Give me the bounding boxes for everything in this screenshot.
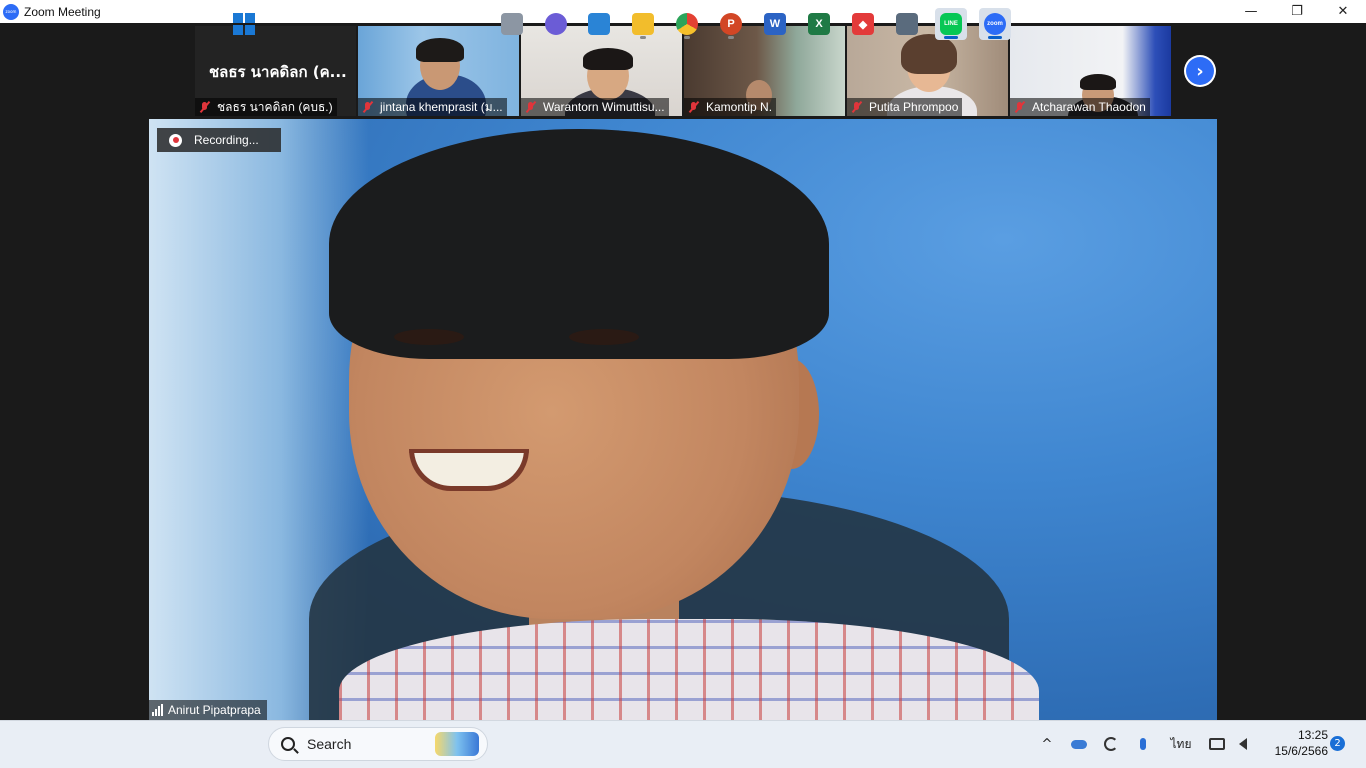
window-title: Zoom Meeting <box>24 4 101 19</box>
mic-muted-icon <box>361 101 375 113</box>
participant-label: Warantorn Wimuttisu... <box>521 98 669 116</box>
participant-label: jintana khemprasit (ม... <box>358 98 507 116</box>
video-chat-icon <box>545 13 567 35</box>
record-icon <box>169 133 182 147</box>
speaker-name: Anirut Pipatprapa <box>168 703 261 717</box>
participant-label: Putita Phrompoo <box>847 98 963 116</box>
microphone-button[interactable] <box>1132 720 1154 768</box>
mic-muted-icon <box>850 101 864 113</box>
language-label: ไทย <box>1170 736 1192 751</box>
running-indicator <box>640 36 646 39</box>
minimize-button[interactable]: — <box>1228 0 1274 23</box>
sync-icon <box>1104 737 1118 751</box>
participant-name: Putita Phrompoo <box>869 100 959 114</box>
anydesk-icon: ◆ <box>852 13 874 35</box>
speaker-eye <box>569 329 639 345</box>
participant-label: ชลธร นาคดิลก (คบธ.) <box>195 98 337 116</box>
running-indicator <box>728 36 734 39</box>
signal-strength-icon <box>152 704 163 716</box>
running-indicator <box>944 36 958 39</box>
participant-label: Kamontip N. <box>684 98 777 116</box>
running-indicator <box>684 36 690 39</box>
mic-muted-icon <box>198 101 212 113</box>
search-icon <box>281 737 295 751</box>
store-icon <box>588 13 610 35</box>
clock-time: 13:25 <box>1297 728 1328 742</box>
word-icon: W <box>764 13 786 35</box>
mic-muted-icon <box>1013 101 1027 113</box>
zoom-icon: zoom <box>984 13 1006 35</box>
taskbar <box>0 720 1366 768</box>
speaker-hair <box>329 129 829 359</box>
search-label: Search <box>307 736 352 752</box>
line-button[interactable]: LINE <box>935 8 967 40</box>
store-button[interactable] <box>583 8 615 40</box>
mic-muted-icon <box>524 101 538 113</box>
participant-name: Warantorn Wimuttisu... <box>543 100 665 114</box>
task-view-button[interactable] <box>496 8 528 40</box>
participant-name: Kamontip N. <box>706 100 773 114</box>
chevron-up-icon: ^ <box>1041 736 1053 752</box>
network-button[interactable] <box>1206 720 1228 768</box>
line-icon: LINE <box>940 13 962 35</box>
window-controls: — ❐ ✕ <box>1228 0 1366 23</box>
next-page-button[interactable]: › <box>1184 55 1216 87</box>
participant-name: Atcharawan Thaodon <box>1032 100 1146 114</box>
taskbar-search[interactable]: Search <box>268 727 488 761</box>
close-button[interactable]: ✕ <box>1320 0 1366 23</box>
excel-button[interactable]: X <box>803 8 835 40</box>
meeting-area: ชลธร นาคดิลก (ค... ชลธร นาคดิลก (คบธ.) j… <box>0 23 1366 720</box>
microphone-icon <box>1140 738 1146 750</box>
participant-video-hair <box>1080 74 1116 90</box>
notification-badge[interactable]: 2 <box>1330 736 1345 751</box>
zoom-taskbar-button[interactable]: zoom <box>979 8 1011 40</box>
speaker-eye <box>394 329 464 345</box>
mic-muted-icon <box>687 101 701 113</box>
self-display-name: ชลธร นาคดิลก (ค... <box>209 63 347 81</box>
folder-icon <box>632 13 654 35</box>
participant-name: ชลธร นาคดิลก (คบธ.) <box>217 99 333 114</box>
powerpoint-button[interactable]: P <box>715 8 747 40</box>
show-hidden-icons-button[interactable]: ^ <box>1036 720 1058 768</box>
participant-label: Atcharawan Thaodon <box>1010 98 1150 116</box>
onedrive-button[interactable] <box>1068 720 1090 768</box>
meet-now-button[interactable] <box>540 8 572 40</box>
clock-button[interactable]: 13:25 15/6/2566 <box>1262 727 1328 759</box>
calculator-button[interactable] <box>891 8 923 40</box>
participant-video-hair <box>583 48 633 70</box>
participant-tile-self[interactable]: ชลธร นาคดิลก (ค... ชลธร นาคดิลก (คบธ.) <box>195 26 356 116</box>
chevron-right-icon: › <box>1186 57 1214 85</box>
participant-tile[interactable]: jintana khemprasit (ม... <box>358 26 519 116</box>
chrome-button[interactable] <box>671 8 703 40</box>
calculator-icon <box>896 13 918 35</box>
word-button[interactable]: W <box>759 8 791 40</box>
excel-icon: X <box>808 13 830 35</box>
cloud-icon <box>1071 739 1087 749</box>
task-view-icon <box>501 13 523 35</box>
participant-video-hair <box>901 34 957 74</box>
zoom-app-icon: zoom <box>3 3 19 20</box>
network-icon <box>1209 738 1225 750</box>
start-button[interactable] <box>228 8 260 40</box>
participant-tile[interactable]: Atcharawan Thaodon <box>1010 26 1171 116</box>
participant-video-hair <box>416 38 464 62</box>
anydesk-button[interactable]: ◆ <box>847 8 879 40</box>
recording-indicator[interactable]: Recording... <box>157 128 281 152</box>
clock-date: 15/6/2566 <box>1274 744 1328 758</box>
recording-label: Recording... <box>194 133 259 147</box>
speaker-volume-icon <box>1239 738 1247 750</box>
powerpoint-icon: P <box>720 13 742 35</box>
file-explorer-button[interactable] <box>627 8 659 40</box>
windows-logo-icon <box>233 13 255 35</box>
restore-button[interactable]: ❐ <box>1274 0 1320 23</box>
search-highlight-art <box>435 732 479 756</box>
running-indicator <box>988 36 1002 39</box>
participant-name: jintana khemprasit (ม... <box>380 99 503 114</box>
chrome-icon <box>676 13 698 35</box>
active-speaker-video[interactable]: Recording... Anirut Pipatprapa <box>149 119 1217 720</box>
speaker-name-label: Anirut Pipatprapa <box>149 700 267 720</box>
language-button[interactable]: ไทย <box>1166 720 1196 768</box>
volume-button[interactable] <box>1232 720 1254 768</box>
sync-button[interactable] <box>1100 720 1122 768</box>
